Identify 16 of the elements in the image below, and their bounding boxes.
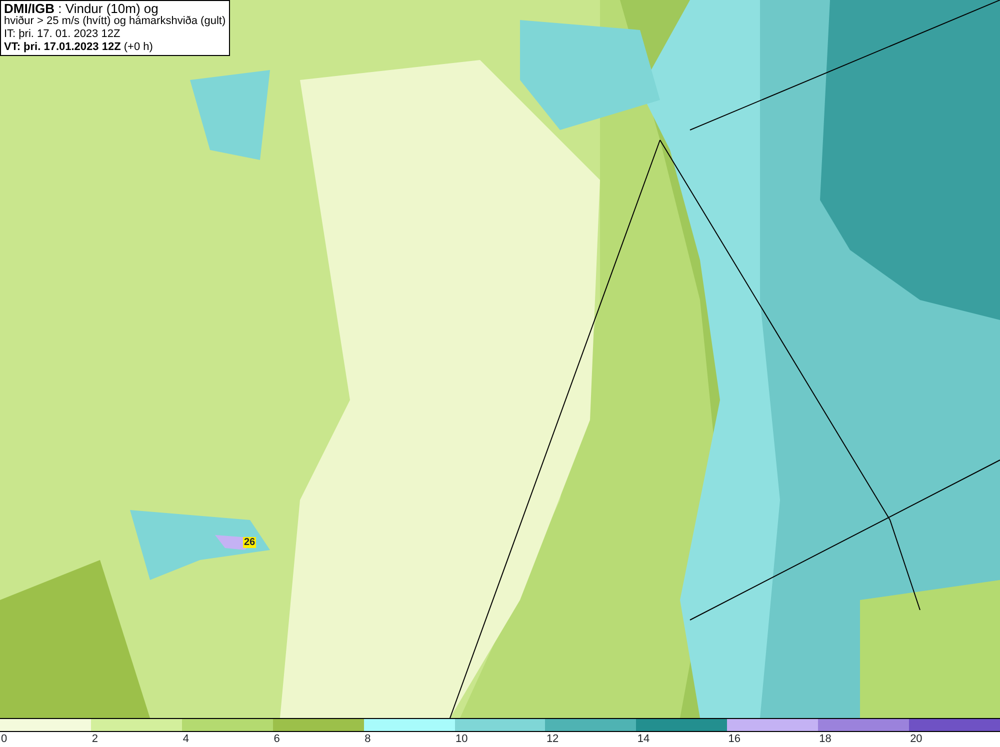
- legend-label: 20: [910, 733, 922, 745]
- legend-label: 16: [728, 733, 740, 745]
- legend-label: 14: [637, 733, 650, 745]
- legend-label: 6: [274, 733, 280, 745]
- legend-label: 4: [182, 733, 189, 745]
- legend-label: 18: [819, 733, 832, 745]
- legend-label: 0: [1, 733, 8, 745]
- header-text: hviður > 25 m/s (hvítt) og hámarkshviða (gult): [4, 15, 226, 28]
- legend-label: 12: [546, 733, 559, 745]
- header-text: IT: þri. 17. 01. 2023 12Z: [4, 28, 122, 41]
- legend-label: 8: [364, 733, 371, 745]
- max-gust-label: 26: [243, 537, 256, 548]
- header-text: DMI/IGB : Vindur (10m) og: [4, 2, 158, 15]
- legend-label: 2: [92, 733, 98, 745]
- header-text: VT: þri. 17.01.2023 12Z (+0 h): [4, 41, 154, 54]
- legend-label: 10: [456, 733, 468, 745]
